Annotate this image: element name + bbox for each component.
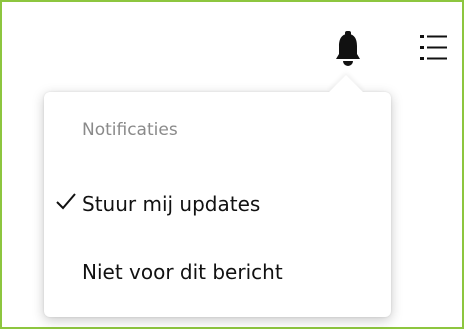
popover-arrow-base <box>326 92 366 108</box>
list-menu-icon <box>420 35 447 60</box>
checkmark-icon <box>56 193 76 210</box>
option-not-for-this-post[interactable]: Niet voor dit bericht <box>44 250 391 294</box>
notifications-button[interactable] <box>330 28 366 68</box>
option-send-updates[interactable]: Stuur mij updates <box>44 182 391 226</box>
option-send-updates-label: Stuur mij updates <box>82 192 261 216</box>
option-not-for-this-post-label: Niet voor dit bericht <box>82 260 283 284</box>
app-frame: Notificaties Stuur mij updates Niet voor… <box>0 0 464 329</box>
popover-title: Notificaties <box>82 120 178 140</box>
menu-button[interactable] <box>416 28 452 68</box>
bell-icon <box>336 31 360 66</box>
